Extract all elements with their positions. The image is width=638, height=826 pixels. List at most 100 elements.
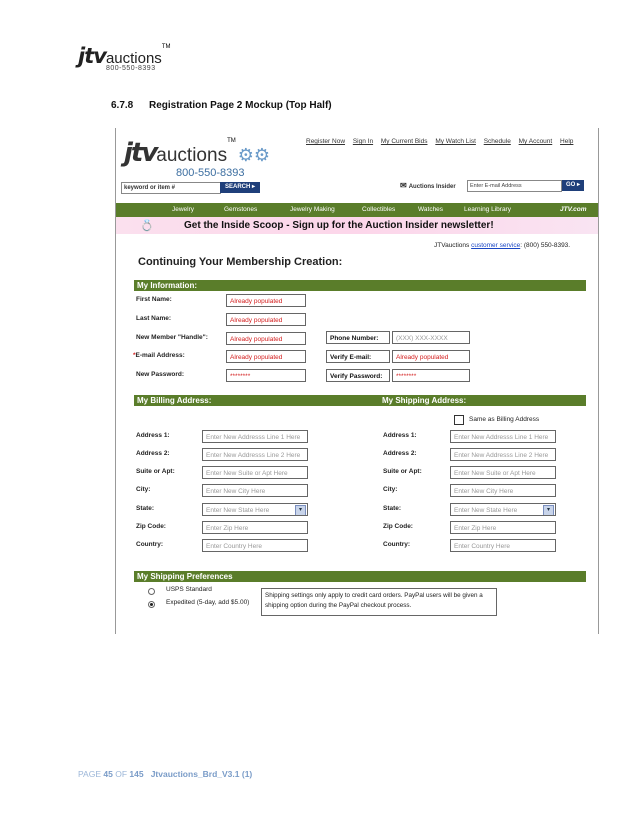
- link-sign-in[interactable]: Sign In: [353, 138, 373, 145]
- billing-state-select[interactable]: Enter New State Here ▾: [202, 503, 308, 516]
- customer-service-link[interactable]: customer service: [471, 242, 520, 249]
- customer-service-line: JTVauctions customer service: (800) 550-…: [434, 242, 570, 249]
- nav-jewelry[interactable]: Jewelry: [172, 206, 194, 213]
- billing-country-field[interactable]: Enter Country Here: [202, 539, 308, 552]
- expedited-label: Expedited (5-day, add $5.00): [166, 599, 250, 606]
- shipping-address2-label: Address 2:: [383, 450, 417, 457]
- shipping-zip-field[interactable]: Enter Zip Here: [450, 521, 556, 534]
- newsletter-promo-banner[interactable]: 💍 Get the Inside Scoop - Sign up for the…: [116, 217, 598, 234]
- shipping-country-label: Country:: [383, 541, 411, 548]
- shipping-state-label: State:: [383, 505, 402, 512]
- logo-phone: 800-550-8393: [106, 65, 156, 72]
- shipping-preferences-title: My Shipping Preferences: [137, 572, 233, 581]
- billing-state-value: Enter New State Here: [206, 507, 270, 514]
- registration-mockup: jtvauctionsTM⚙⚙ 800-550-8393 Register No…: [115, 128, 599, 634]
- shipping-suite-label: Suite or Apt:: [383, 468, 422, 475]
- link-help[interactable]: Help: [560, 138, 573, 145]
- page-heading: Continuing Your Membership Creation:: [138, 256, 343, 268]
- billing-zip-field[interactable]: Enter Zip Here: [202, 521, 308, 534]
- billing-address1-field[interactable]: Enter New Addresss Line 1 Here: [202, 430, 308, 443]
- usps-standard-label: USPS Standard: [166, 586, 212, 593]
- billing-city-label: City:: [136, 486, 151, 493]
- shipping-city-label: City:: [383, 486, 398, 493]
- first-name-field[interactable]: Already populated: [226, 294, 306, 307]
- service-prefix: JTVauctions: [434, 242, 470, 249]
- first-name-label: First Name:: [136, 296, 172, 303]
- promo-text: Get the Inside Scoop - Sign up for the A…: [184, 220, 494, 231]
- nav-learning-library[interactable]: Learning Library: [464, 206, 511, 213]
- shipping-address2-field[interactable]: Enter New Addresss Line 2 Here: [450, 448, 556, 461]
- link-my-current-bids[interactable]: My Current Bids: [381, 138, 428, 145]
- billing-country-label: Country:: [136, 541, 164, 548]
- section-title: Registration Page 2 Mockup (Top Half): [149, 100, 332, 111]
- billing-city-field[interactable]: Enter New City Here: [202, 484, 308, 497]
- chevron-down-icon[interactable]: ▾: [295, 505, 306, 515]
- site-logo-tm: TM: [227, 138, 236, 144]
- billing-state-label: State:: [136, 505, 155, 512]
- shipping-city-field[interactable]: Enter New City Here: [450, 484, 556, 497]
- footer-page-total: 145: [129, 769, 144, 779]
- top-links: Register Now Sign In My Current Bids My …: [306, 138, 579, 145]
- insider-email-input[interactable]: Enter E-mail Address: [467, 180, 562, 192]
- nav-gemstones[interactable]: Gemstones: [224, 206, 257, 213]
- search-button[interactable]: SEARCH ▸: [220, 182, 260, 193]
- gears-icon: ⚙⚙: [237, 145, 271, 165]
- handle-field[interactable]: Already populated: [226, 332, 306, 345]
- page-footer: PAGE 45 OF 145 Jtvauctions_Brd_V3.1 (1): [78, 769, 252, 779]
- shipping-address1-label: Address 1:: [383, 432, 417, 439]
- shipping-state-select[interactable]: Enter New State Here ▾: [450, 503, 556, 516]
- shipping-title: My Shipping Address:: [382, 396, 467, 405]
- logo-tm: TM: [161, 44, 171, 50]
- phone-number-label: Phone Number:: [326, 331, 390, 344]
- chevron-down-icon[interactable]: ▾: [543, 505, 554, 515]
- verify-password-field[interactable]: ********: [392, 369, 470, 382]
- my-information-title: My Information:: [137, 281, 197, 290]
- shipping-zip-label: Zip Code:: [383, 523, 413, 530]
- footer-of: OF: [115, 769, 128, 779]
- billing-suite-label: Suite or Apt:: [136, 468, 175, 475]
- nav-jtv-com[interactable]: JTV.com: [560, 206, 587, 213]
- link-register-now[interactable]: Register Now: [306, 138, 345, 145]
- same-as-billing-checkbox[interactable]: [454, 415, 464, 425]
- billing-address2-label: Address 2:: [136, 450, 170, 457]
- shipping-suite-field[interactable]: Enter New Suite or Apt Here: [450, 466, 556, 479]
- billing-suite-field[interactable]: Enter New Suite or Apt Here: [202, 466, 308, 479]
- footer-page-number: 45: [103, 769, 113, 779]
- link-my-watch-list[interactable]: My Watch List: [435, 138, 476, 145]
- billing-address1-label: Address 1:: [136, 432, 170, 439]
- shipping-country-field[interactable]: Enter Country Here: [450, 539, 556, 552]
- verify-email-field[interactable]: Already populated: [392, 350, 470, 363]
- insider-label-group: ✉ Auctions Insider: [400, 181, 456, 190]
- nav-collectibles[interactable]: Collectibles: [362, 206, 395, 213]
- handle-label: New Member "Handle":: [136, 334, 208, 341]
- go-button[interactable]: GO ▸: [562, 180, 584, 191]
- new-password-label: New Password:: [136, 371, 185, 378]
- link-schedule[interactable]: Schedule: [484, 138, 511, 145]
- site-logo-auctions: auctions: [156, 145, 228, 166]
- envelope-icon: ✉: [400, 181, 407, 190]
- section-heading: 6.7.8 Registration Page 2 Mockup (Top Hal…: [111, 100, 332, 111]
- search-input[interactable]: keyword or item #: [121, 182, 221, 194]
- shipping-preferences-bar: My Shipping Preferences: [134, 571, 586, 582]
- expedited-radio[interactable]: [148, 601, 155, 608]
- shipping-note: Shipping settings only apply to credit c…: [261, 588, 497, 616]
- section-number: 6.7.8: [111, 100, 134, 111]
- last-name-field[interactable]: Already populated: [226, 313, 306, 326]
- billing-address2-field[interactable]: Enter New Addresss Line 2 Here: [202, 448, 308, 461]
- usps-standard-radio[interactable]: [148, 588, 155, 595]
- email-label-group: *E-mail Address:: [133, 352, 185, 359]
- nav-watches[interactable]: Watches: [418, 206, 443, 213]
- email-field[interactable]: Already populated: [226, 350, 306, 363]
- new-password-field[interactable]: ********: [226, 369, 306, 382]
- billing-title: My Billing Address:: [137, 396, 212, 405]
- link-my-account[interactable]: My Account: [519, 138, 553, 145]
- verify-password-label: Verify Password:: [326, 369, 390, 382]
- logo-jtv: jtv: [78, 44, 107, 68]
- site-logo[interactable]: jtvauctionsTM⚙⚙ 800-550-8393: [124, 138, 271, 179]
- site-logo-phone: 800-550-8393: [176, 167, 245, 179]
- shipping-address1-field[interactable]: Enter New Addresss Line 1 Here: [450, 430, 556, 443]
- document-logo: jtvauctionsTM 800-550-8393: [78, 44, 171, 72]
- same-as-billing-label: Same as Billing Address: [469, 416, 540, 423]
- phone-number-field[interactable]: (XXX) XXX-XXXX: [392, 331, 470, 344]
- nav-jewelry-making[interactable]: Jewelry Making: [290, 206, 335, 213]
